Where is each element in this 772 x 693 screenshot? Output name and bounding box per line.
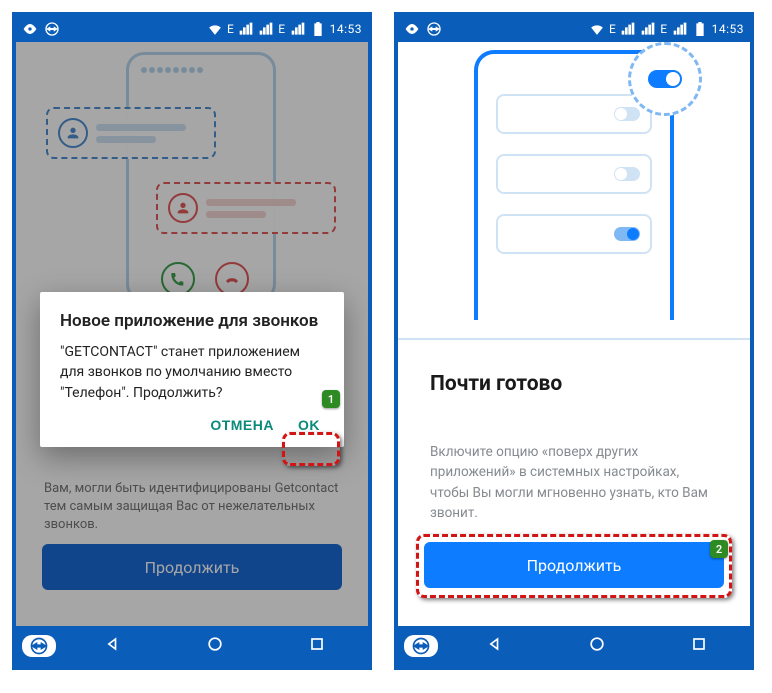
signal-icon: [290, 21, 306, 37]
nav-back-icon[interactable]: [103, 634, 123, 658]
system-navbar: [16, 626, 368, 666]
phone-mockup-right: E E 14:53: [394, 12, 754, 670]
wifi-icon: [207, 21, 223, 37]
signal-icon: [238, 21, 254, 37]
teamviewer-icon: [426, 21, 442, 37]
signal-icon: [258, 21, 274, 37]
dialog-body: "GETCONTACT" станет приложением для звон…: [60, 342, 324, 403]
ok-button[interactable]: OK: [298, 417, 320, 433]
nav-home-icon[interactable]: [205, 634, 225, 658]
toggle-highlight-icon: [628, 42, 702, 116]
step-badge-1: 1: [322, 390, 340, 408]
status-bar: E E 14:53: [398, 16, 750, 42]
signal-icon: [640, 21, 656, 37]
battery-icon: [310, 21, 326, 37]
continue-button[interactable]: Продолжить: [424, 542, 724, 588]
phone-mockup-left: E E 14:53: [12, 12, 372, 670]
onboarding-heading: Почти готово: [430, 372, 562, 396]
network-label: E: [660, 22, 667, 36]
nav-recent-icon[interactable]: [689, 634, 709, 658]
clock-label: 14:53: [712, 22, 744, 36]
teamviewer-pill-icon[interactable]: [404, 635, 438, 657]
nav-recent-icon[interactable]: [307, 634, 327, 658]
system-navbar: [398, 626, 750, 666]
screen-right: Почти готово Включите опцию «поверх друг…: [398, 42, 750, 626]
clock-label: 14:53: [330, 22, 362, 36]
teamviewer-pill-icon[interactable]: [22, 635, 56, 657]
default-dialer-dialog: Новое приложение для звонков "GETCONTACT…: [40, 292, 344, 447]
battery-icon: [692, 21, 708, 37]
screen-left: Вам, могли быть идентифицированы Getcont…: [16, 42, 368, 626]
network-label: E: [278, 22, 285, 36]
teamviewer-icon: [44, 21, 60, 37]
cancel-button[interactable]: ОТМЕНА: [210, 417, 274, 433]
signal-icon: [672, 21, 688, 37]
eye-icon: [22, 21, 38, 37]
dialog-title: Новое приложение для звонков: [60, 310, 324, 332]
overlay-illustration: [398, 50, 750, 340]
network-label: E: [227, 22, 234, 36]
onboarding-paragraph: Включите опцию «поверх других приложений…: [430, 442, 718, 523]
wifi-icon: [589, 21, 605, 37]
signal-icon: [620, 21, 636, 37]
nav-home-icon[interactable]: [587, 634, 607, 658]
nav-back-icon[interactable]: [485, 634, 505, 658]
step-badge-2: 2: [710, 540, 728, 558]
network-label: E: [609, 22, 616, 36]
eye-icon: [404, 21, 420, 37]
status-bar: E E 14:53: [16, 16, 368, 42]
